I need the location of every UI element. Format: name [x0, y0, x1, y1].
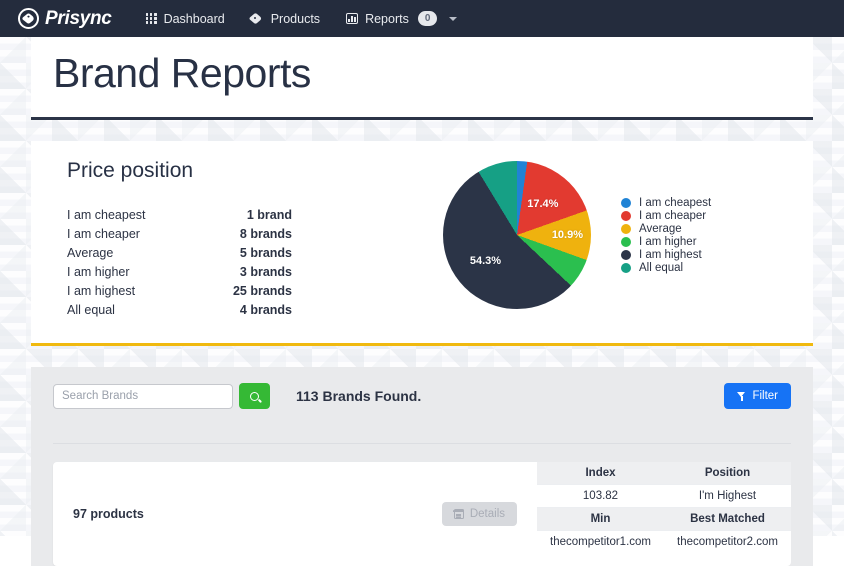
column-header-index: Index — [537, 462, 664, 486]
legend-item-label: Average — [639, 222, 682, 235]
brands-found-text: 113 Brands Found. — [296, 388, 422, 405]
details-button-label: Details — [469, 508, 505, 521]
page-content: Brand Reports Price position I am cheape… — [0, 37, 844, 566]
cell-min-value: thecompetitor1.com — [550, 536, 651, 549]
row-value: 5 brands — [239, 245, 292, 260]
table-row: I am higher 3 brands — [67, 262, 292, 281]
row-label: Average — [67, 245, 114, 260]
legend-color-swatch — [621, 197, 631, 208]
legend-item-label: I am highest — [639, 248, 702, 261]
legend-color-swatch — [621, 223, 631, 234]
cell-index-value: 103.82 — [537, 484, 664, 509]
brand-metrics: Index Position 103.82 I'm Highest Min Be… — [537, 462, 791, 566]
grid-icon — [145, 13, 157, 24]
chevron-down-icon[interactable] — [449, 16, 458, 21]
pie-chart: 17.4% 10.9% 54.3% — [443, 161, 591, 310]
brands-panel: 113 Brands Found. Filter 97 products Det… — [31, 367, 813, 566]
table-row: 103.82 I'm Highest — [537, 484, 791, 509]
filter-button-label: Filter — [752, 390, 778, 403]
brand-metrics-table: Index Position 103.82 I'm Highest Min Be… — [537, 462, 791, 553]
table-row: I am highest 25 brands — [67, 281, 292, 300]
row-value: 8 brands — [239, 226, 292, 241]
legend-item[interactable]: I am cheapest — [621, 197, 711, 209]
price-position-chart-block: 17.4% 10.9% 54.3% I am cheapest I am chea… — [443, 159, 791, 310]
legend-color-swatch — [621, 249, 631, 260]
page-title-card: Brand Reports — [31, 37, 813, 121]
legend-item-label: All equal — [639, 261, 684, 274]
brand-name: Prisync — [45, 7, 112, 29]
column-header-best-matched: Best Matched — [664, 507, 791, 532]
search-icon — [250, 391, 259, 401]
brand-summary: 97 products Details — [53, 462, 537, 566]
nav-item-reports[interactable]: Reports 0 — [346, 11, 458, 26]
row-label: I am highest — [67, 283, 136, 298]
chart-legend: I am cheapest I am cheaper Average I am hig… — [621, 197, 711, 274]
legend-item-label: I am higher — [639, 235, 697, 248]
row-label: I am cheapest — [67, 207, 146, 222]
legend-item[interactable]: All equal — [621, 262, 711, 274]
table-row: I am cheaper 8 brands — [67, 224, 292, 243]
table-row: Average 5 brands — [67, 243, 292, 262]
column-header-min: Min — [537, 507, 664, 532]
nav-item-dashboard[interactable]: Dashboard — [145, 11, 225, 26]
brand-logo-link[interactable]: Prisync — [12, 8, 112, 30]
legend-item-label: I am cheaper — [639, 209, 707, 222]
panel-divider — [53, 443, 791, 445]
top-navbar: Prisync Dashboard Products Reports 0 — [0, 0, 844, 37]
nav-item-reports-label: Reports — [365, 11, 409, 26]
cell-position-value: I'm Highest — [664, 484, 791, 509]
table-row: All equal 4 brands — [67, 300, 292, 319]
legend-color-swatch — [621, 236, 631, 247]
legend-item[interactable]: Average — [621, 223, 711, 235]
price-position-summary: Price position I am cheapest 1 brand I a… — [53, 159, 443, 319]
calendar-icon — [453, 509, 465, 520]
price-position-card: Price position I am cheapest 1 brand I a… — [31, 141, 813, 347]
table-row: Min Best Matched — [537, 507, 791, 532]
pie-slice-label-highest: 54.3% — [469, 254, 502, 267]
nav-items: Dashboard Products Reports 0 — [145, 11, 458, 26]
row-value: 25 brands — [232, 283, 292, 298]
pie-slice-label-average: 10.9% — [551, 229, 584, 242]
reports-badge: 0 — [417, 11, 438, 26]
nav-item-products[interactable]: Products — [251, 12, 320, 26]
legend-item-label: I am cheapest — [639, 196, 712, 209]
funnel-icon — [737, 391, 746, 401]
row-value: 3 brands — [239, 264, 292, 279]
brand-list-item[interactable]: 97 products Details Index Position 103.8… — [53, 462, 791, 566]
search-button[interactable] — [239, 383, 270, 410]
tag-icon — [251, 13, 264, 24]
details-button[interactable]: Details — [441, 502, 517, 527]
nav-item-products-label: Products — [270, 11, 321, 26]
pie-slice-label-cheaper: 17.4% — [527, 197, 559, 210]
price-position-table: I am cheapest 1 brand I am cheaper 8 bra… — [67, 205, 292, 319]
bar-chart-icon — [346, 13, 359, 24]
brands-toolbar: 113 Brands Found. Filter — [53, 383, 791, 410]
row-label: I am higher — [67, 264, 130, 279]
price-position-title: Price position — [67, 159, 194, 183]
column-header-position: Position — [664, 462, 791, 486]
search-input[interactable] — [53, 383, 233, 409]
row-label: I am cheaper — [67, 226, 140, 241]
legend-color-swatch — [621, 262, 631, 273]
table-row: thecompetitor1.com thecompetitor2.com — [537, 531, 791, 554]
table-row: Index Position — [537, 462, 791, 486]
row-value: 1 brand — [246, 207, 292, 222]
legend-color-swatch — [621, 210, 631, 221]
legend-item[interactable]: I am higher — [621, 236, 711, 248]
prisync-logo-icon — [18, 8, 39, 29]
nav-item-dashboard-label: Dashboard — [163, 11, 225, 26]
row-value: 4 brands — [239, 302, 292, 317]
products-count: 97 products — [73, 507, 144, 522]
legend-item[interactable]: I am cheaper — [621, 210, 711, 222]
legend-item[interactable]: I am highest — [621, 249, 711, 261]
row-label: All equal — [67, 302, 115, 317]
table-row: I am cheapest 1 brand — [67, 205, 292, 224]
filter-button[interactable]: Filter — [724, 383, 791, 410]
page-title: Brand Reports — [53, 50, 311, 96]
cell-best-matched-value: thecompetitor2.com — [677, 536, 778, 549]
